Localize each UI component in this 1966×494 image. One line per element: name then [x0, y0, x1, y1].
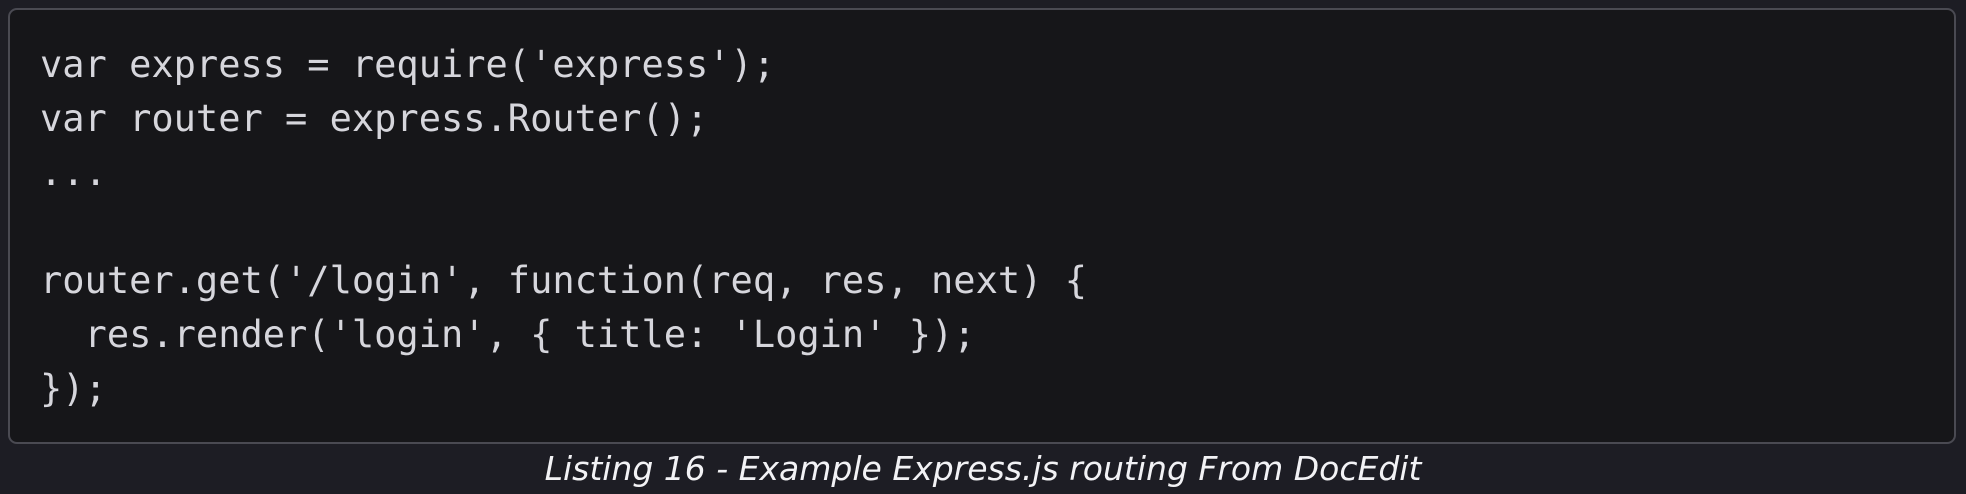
code-line: }); [40, 367, 107, 410]
code-line: res.render('login', { title: 'Login' }); [40, 313, 976, 356]
code-line: ... [40, 151, 107, 194]
code-line: router.get('/login', function(req, res, … [40, 259, 1087, 302]
code-line: var express = require('express'); [40, 43, 776, 86]
listing-caption: Listing 16 - Example Express.js routing … [544, 449, 1422, 488]
code-line: var router = express.Router(); [40, 97, 709, 140]
code-listing: var express = require('express'); var ro… [8, 8, 1956, 444]
